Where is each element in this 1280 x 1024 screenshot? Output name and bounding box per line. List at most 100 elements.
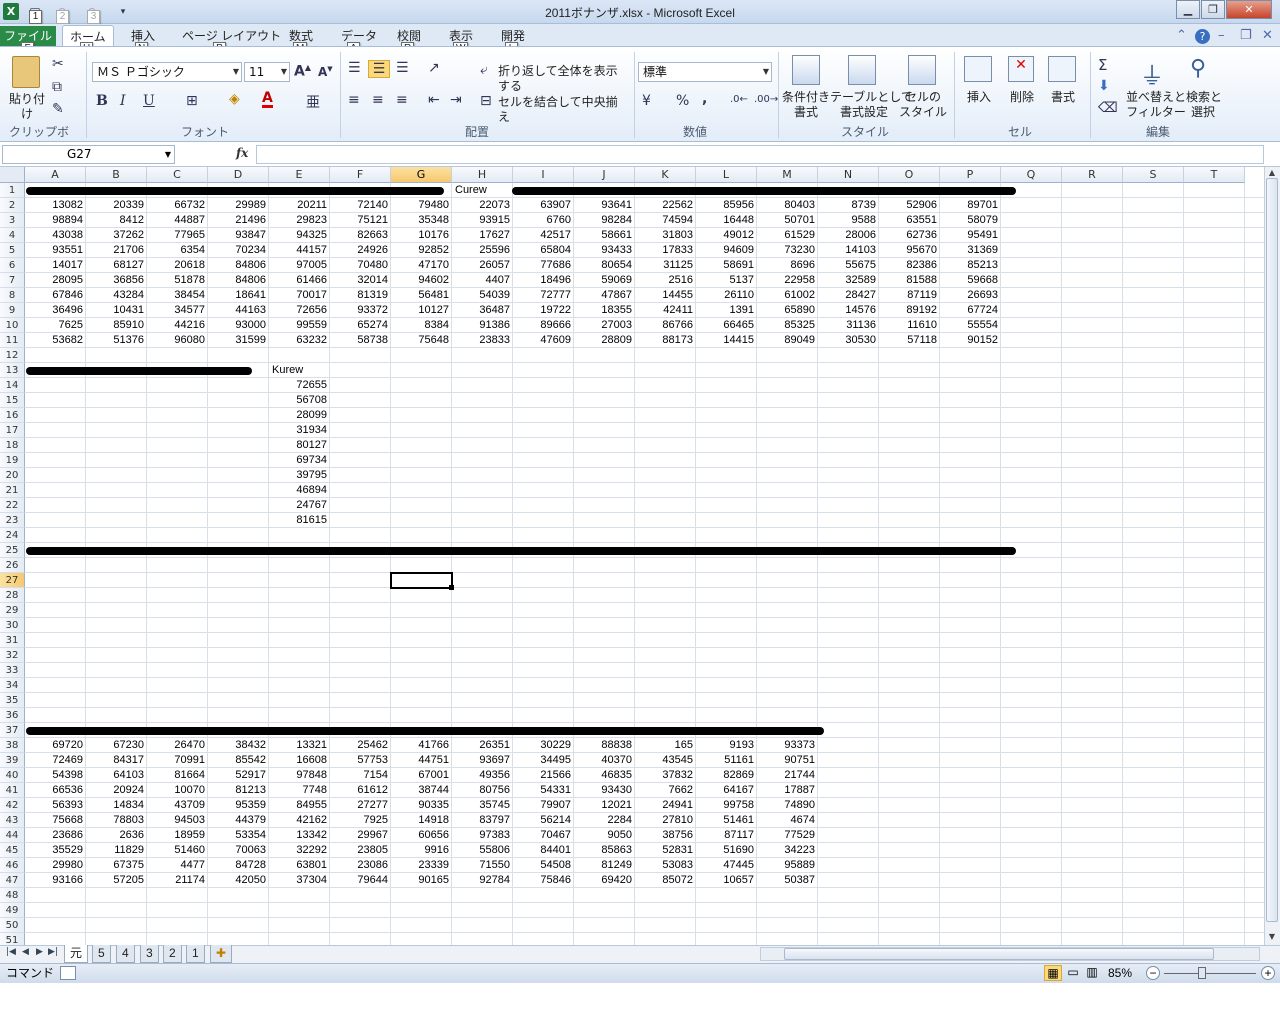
row-header-37[interactable]: 37 <box>0 723 25 738</box>
data-cell[interactable]: 46835 <box>574 768 635 783</box>
data-cell[interactable]: 8384 <box>391 318 452 333</box>
data-cell[interactable]: 75668 <box>25 813 86 828</box>
data-cell[interactable]: 66536 <box>25 783 86 798</box>
find-select-icon[interactable]: ⚲ <box>1190 56 1206 81</box>
data-cell[interactable]: 82869 <box>696 768 757 783</box>
sheet-tab-2[interactable]: 2 <box>163 945 182 963</box>
data-cell[interactable]: 55806 <box>452 843 513 858</box>
data-cell[interactable]: 93373 <box>757 738 818 753</box>
data-cell[interactable]: 84317 <box>86 753 147 768</box>
merge-center-button[interactable]: セルを結合して中央揃え <box>498 95 628 125</box>
data-cell[interactable]: 84401 <box>513 843 574 858</box>
data-cell[interactable]: 93641 <box>574 198 635 213</box>
copy-icon[interactable]: ⧉ <box>52 79 62 95</box>
data-cell[interactable]: 90165 <box>391 873 452 888</box>
ribbon-minimize-icon[interactable]: ⌃ <box>1176 28 1187 43</box>
data-cell[interactable]: 93915 <box>452 213 513 228</box>
data-cell[interactable]: 20339 <box>86 198 147 213</box>
data-cell[interactable]: 79644 <box>330 873 391 888</box>
row-header-13[interactable]: 13 <box>0 363 25 378</box>
format-as-table-button[interactable]: テーブルとして 書式設定 <box>830 90 913 120</box>
row-header-5[interactable]: 5 <box>0 243 25 258</box>
data-cell[interactable]: 83797 <box>452 813 513 828</box>
data-cell[interactable]: 12021 <box>574 798 635 813</box>
row-header-8[interactable]: 8 <box>0 288 25 303</box>
data-cell[interactable]: 2284 <box>574 813 635 828</box>
align-middle-icon[interactable]: ☰ <box>368 60 390 78</box>
data-cell[interactable]: 61002 <box>757 288 818 303</box>
data-cell[interactable]: 67724 <box>940 303 1001 318</box>
row-header-25[interactable]: 25 <box>0 543 25 558</box>
data-cell[interactable]: 26110 <box>696 288 757 303</box>
data-cell[interactable]: 10176 <box>391 228 452 243</box>
data-cell[interactable]: 54039 <box>452 288 513 303</box>
align-center-icon[interactable]: ≡ <box>372 92 384 108</box>
data-cell[interactable]: 34577 <box>147 303 208 318</box>
data-cell[interactable]: 4477 <box>147 858 208 873</box>
data-cell[interactable]: 85325 <box>757 318 818 333</box>
data-cell[interactable]: 85542 <box>208 753 269 768</box>
data-cell[interactable]: 63907 <box>513 198 574 213</box>
borders-icon[interactable]: ⊞ <box>186 93 198 109</box>
italic-button[interactable]: I <box>120 93 126 109</box>
column-header-j[interactable]: J <box>574 167 635 183</box>
row-header-20[interactable]: 20 <box>0 468 25 483</box>
data-cell[interactable]: 93372 <box>330 303 391 318</box>
data-cell[interactable]: 9588 <box>818 213 879 228</box>
data-cell[interactable]: 94503 <box>147 813 208 828</box>
data-cell[interactable]: 6760 <box>513 213 574 228</box>
data-cell[interactable]: 55554 <box>940 318 1001 333</box>
data-cell[interactable]: 27003 <box>574 318 635 333</box>
data-cell[interactable]: 6354 <box>147 243 208 258</box>
data-cell[interactable]: 38432 <box>208 738 269 753</box>
row-header-47[interactable]: 47 <box>0 873 25 888</box>
row-header-2[interactable]: 2 <box>0 198 25 213</box>
data-cell[interactable]: 10431 <box>86 303 147 318</box>
data-cell[interactable]: 7625 <box>25 318 86 333</box>
data-cell[interactable]: 27810 <box>635 813 696 828</box>
data-cell[interactable]: 44157 <box>269 243 330 258</box>
data-cell[interactable]: 4407 <box>452 273 513 288</box>
data-cell[interactable]: 44216 <box>147 318 208 333</box>
row-header-14[interactable]: 14 <box>0 378 25 393</box>
data-cell[interactable]: 53682 <box>25 333 86 348</box>
row-header-24[interactable]: 24 <box>0 528 25 543</box>
data-cell[interactable]: 14415 <box>696 333 757 348</box>
data-cell[interactable]: 61466 <box>269 273 330 288</box>
workbook-minimize-icon[interactable]: – <box>1218 28 1225 43</box>
data-cell[interactable]: 81615 <box>269 513 330 528</box>
sheet-tab-1[interactable]: 1 <box>186 945 205 963</box>
data-cell[interactable]: 60656 <box>391 828 452 843</box>
data-cell[interactable]: 24767 <box>269 498 330 513</box>
conditional-format-icon[interactable] <box>792 55 820 85</box>
row-header-26[interactable]: 26 <box>0 558 25 573</box>
workbook-restore-icon[interactable]: ❐ <box>1240 28 1252 43</box>
zoom-level[interactable]: 85% <box>1108 964 1132 983</box>
data-cell[interactable]: 72140 <box>330 198 391 213</box>
cell-styles-icon[interactable] <box>908 55 936 85</box>
data-cell[interactable]: 32014 <box>330 273 391 288</box>
data-cell[interactable]: 59668 <box>940 273 1001 288</box>
row-header-6[interactable]: 6 <box>0 258 25 273</box>
row-header-44[interactable]: 44 <box>0 828 25 843</box>
data-cell[interactable]: 14455 <box>635 288 696 303</box>
row-header-50[interactable]: 50 <box>0 918 25 933</box>
decrease-indent-icon[interactable]: ⇤ <box>428 92 440 108</box>
data-cell[interactable]: 77529 <box>757 828 818 843</box>
tab-page-layout[interactable]: ページ レイアウト <box>182 27 281 44</box>
data-cell[interactable]: 72777 <box>513 288 574 303</box>
number-format-combo[interactable]: 標準 ▼ <box>638 62 772 82</box>
data-cell[interactable]: 62736 <box>879 228 940 243</box>
workbook-close-icon[interactable]: ✕ <box>1262 28 1273 43</box>
data-cell[interactable]: 50387 <box>757 873 818 888</box>
bold-button[interactable]: B <box>96 93 108 109</box>
data-cell[interactable]: 21744 <box>757 768 818 783</box>
row-header-40[interactable]: 40 <box>0 768 25 783</box>
data-cell[interactable]: 87117 <box>696 828 757 843</box>
fill-handle[interactable] <box>449 585 454 590</box>
font-name-combo[interactable]: ＭＳ Ｐゴシック ▼ <box>92 62 242 82</box>
phonetic-icon[interactable]: 亜 <box>306 92 320 112</box>
data-cell[interactable]: 58661 <box>574 228 635 243</box>
worksheet-grid[interactable]: A B C D E F G H I J K L M N O P Q R S T 1 2 3 4 5 6 7 8 9 10 11 12 13 14 1… <box>0 167 1264 945</box>
data-cell[interactable]: 44163 <box>208 303 269 318</box>
